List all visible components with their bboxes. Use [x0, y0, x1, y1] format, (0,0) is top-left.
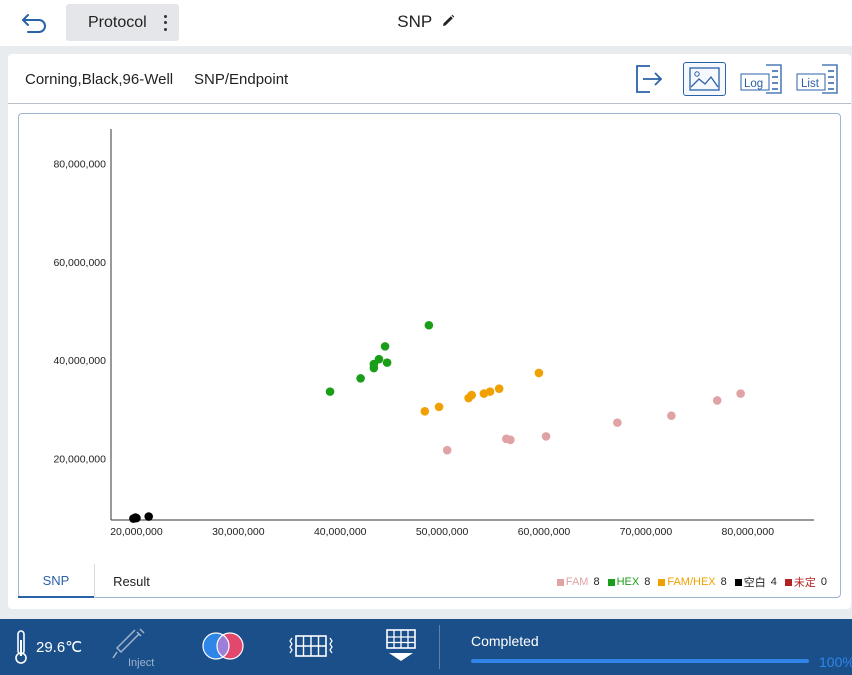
data-point [420, 407, 430, 416]
data-point [541, 432, 551, 441]
tab-result[interactable]: Result [94, 564, 168, 598]
analysis-mode-label: SNP/Endpoint [194, 71, 289, 88]
x-tick-label: 40,000,000 [314, 526, 367, 538]
y-tick-label: 80,000,000 [53, 158, 106, 170]
legend-swatch [607, 578, 615, 586]
x-tick-label: 80,000,000 [721, 526, 774, 538]
legend-label: 空白 [743, 577, 766, 589]
data-point [442, 445, 452, 455]
export-icon [636, 65, 663, 93]
data-point [736, 389, 745, 398]
legend-label: FAM/HEX [667, 576, 716, 588]
dye-channels-icon [202, 632, 244, 660]
chart-legend: FAM 8 HEX 8 FAM/HEX 8 空白 4 未定 0 [556, 574, 827, 590]
image-icon [689, 67, 720, 91]
legend-item: HEX 8 [607, 574, 651, 590]
status-divider [439, 625, 440, 669]
log-button[interactable]: Log [739, 62, 783, 96]
data-point [144, 512, 153, 521]
x-tick-label: 70,000,000 [620, 526, 673, 538]
list-label: List [801, 78, 820, 90]
data-point [534, 368, 544, 378]
image-export-button[interactable] [683, 62, 726, 96]
data-point [374, 354, 384, 364]
legend-label: 未定 [793, 577, 816, 589]
title-text: SNP [397, 12, 432, 31]
data-point [494, 384, 504, 393]
list-icon: List [796, 64, 838, 94]
top-bar: Protocol SNP [0, 0, 852, 46]
analysis-panel: Corning,Black,96-Well SNP/Endpoint Log L… [8, 54, 851, 609]
tray-icon [386, 629, 416, 661]
y-tick-label: 20,000,000 [53, 454, 106, 466]
export-button[interactable] [633, 62, 665, 96]
legend-count: 8 [720, 576, 727, 588]
run-progress-percent: 100% [819, 654, 852, 670]
legend-count: 8 [644, 576, 651, 588]
legend-item: FAM 8 [556, 574, 600, 590]
inject-button[interactable]: Inject [112, 627, 162, 669]
data-point [132, 513, 141, 523]
temperature-value: 29.6℃ [36, 639, 83, 656]
data-point [667, 411, 676, 421]
plate-grid-icon [289, 635, 333, 657]
toolbar-divider [8, 103, 851, 104]
data-point [712, 396, 722, 405]
pipette-icon [112, 628, 145, 659]
data-point [467, 390, 476, 400]
legend-item: FAM/HEX 8 [658, 574, 727, 590]
data-point [356, 374, 365, 383]
x-tick-label: 20,000,000 [110, 526, 163, 538]
legend-label: FAM [565, 576, 589, 588]
snp-scatter-chart: 20,000,000 30,000,000 40,000,000 50,000,000… [53, 129, 814, 538]
legend-swatch [658, 578, 666, 586]
log-list-icon: Log [740, 64, 782, 94]
legend-count: 8 [593, 576, 600, 588]
legend-item: 空白 4 [734, 574, 777, 590]
data-point [325, 387, 335, 396]
data-point [506, 435, 515, 445]
run-progress-bar [471, 659, 809, 663]
x-tick-label: 50,000,000 [416, 526, 469, 538]
data-point [485, 387, 495, 396]
data-point [382, 358, 392, 367]
inject-label: Inject [128, 657, 155, 669]
data-point [380, 342, 390, 351]
legend-count: 0 [820, 576, 827, 588]
data-point [434, 402, 444, 412]
legend-swatch [556, 578, 564, 586]
thermometer-icon [15, 630, 27, 664]
tab-snp[interactable]: SNP [18, 564, 94, 598]
legend-item: 未定 0 [784, 574, 827, 590]
log-label: Log [744, 78, 763, 90]
data-point [424, 320, 434, 330]
legend-swatch [734, 578, 742, 586]
y-tick-label: 40,000,000 [53, 355, 106, 367]
edit-pencil-icon[interactable] [441, 14, 455, 28]
run-status: Completed [471, 633, 539, 649]
experiment-title[interactable]: SNP [0, 12, 852, 32]
x-tick-label: 60,000,000 [518, 526, 571, 538]
list-button[interactable]: List [795, 62, 839, 96]
y-tick-label: 60,000,000 [53, 257, 106, 269]
legend-count: 4 [770, 576, 777, 588]
x-tick-label: 30,000,000 [212, 526, 265, 538]
snp-chart-container: 20,000,000 30,000,000 40,000,000 50,000,000… [18, 113, 841, 598]
bottom-status-bar: 29.6℃ Inject Completed 100% [0, 619, 852, 675]
legend-label: HEX [616, 576, 640, 588]
legend-swatch [784, 578, 792, 586]
dye-settings-button[interactable] [200, 629, 246, 668]
tray-eject-button[interactable] [383, 628, 419, 669]
temperature-display: 29.6℃ [14, 630, 82, 664]
plate-layout-button[interactable] [288, 631, 334, 666]
plate-type-label: Corning,Black,96-Well [25, 71, 174, 88]
data-point [613, 418, 622, 427]
